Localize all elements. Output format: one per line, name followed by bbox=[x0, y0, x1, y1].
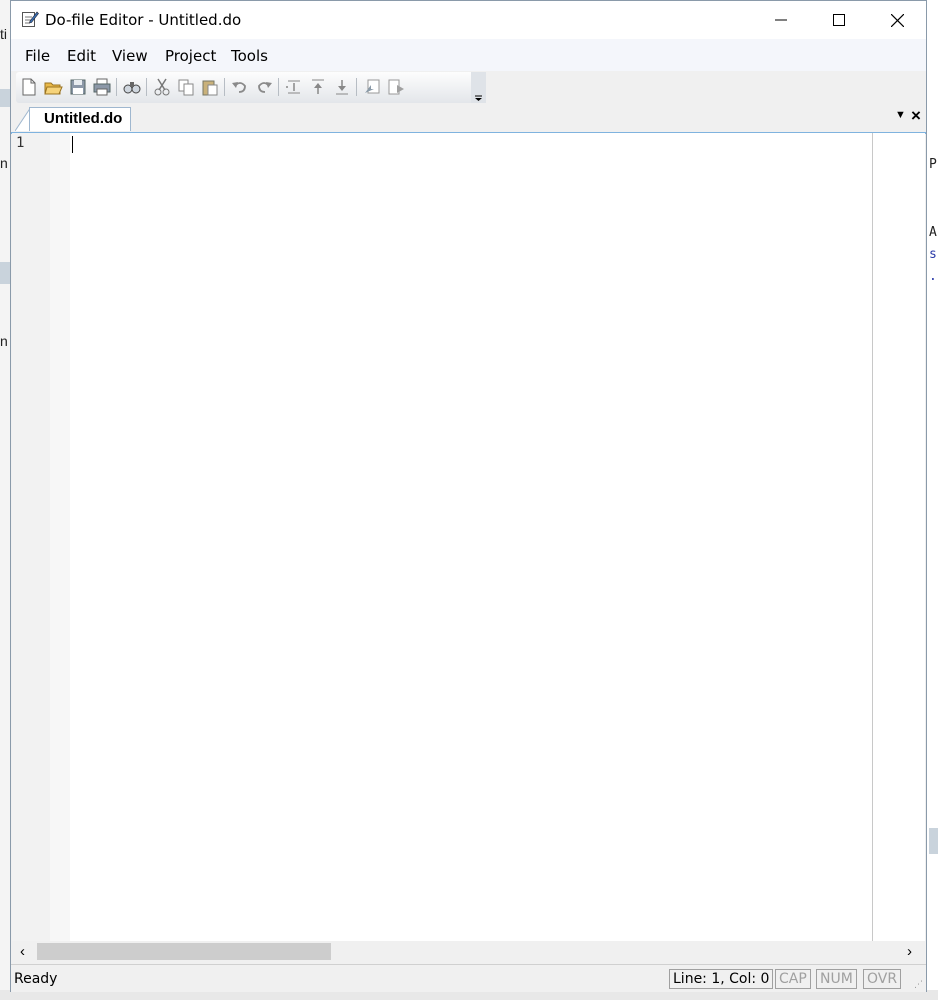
toolbar-overflow-button[interactable] bbox=[471, 72, 486, 103]
background-text: ti bbox=[0, 26, 7, 42]
tab-label: Untitled.do bbox=[44, 110, 123, 127]
background-bar bbox=[929, 828, 938, 854]
menu-bar: File Edit View Project Tools bbox=[11, 39, 926, 71]
cursor-position: Line: 1, Col: 0 bbox=[669, 969, 774, 989]
background-text: P bbox=[929, 157, 937, 172]
status-text: Ready bbox=[14, 971, 58, 987]
execute-selection-icon[interactable] bbox=[362, 77, 382, 97]
save-icon[interactable] bbox=[68, 77, 88, 97]
menu-tools[interactable]: Tools bbox=[231, 47, 268, 65]
line-number: 1 bbox=[16, 135, 25, 151]
scroll-right-arrow-icon[interactable]: › bbox=[907, 943, 912, 960]
minimize-icon bbox=[775, 19, 787, 21]
shift-down-icon[interactable] bbox=[332, 77, 352, 97]
new-icon[interactable] bbox=[19, 77, 39, 97]
cut-icon[interactable] bbox=[152, 77, 172, 97]
scroll-left-arrow-icon[interactable]: ‹ bbox=[20, 943, 25, 960]
text-caret bbox=[72, 136, 73, 153]
background-text: n bbox=[0, 333, 8, 349]
paste-icon[interactable] bbox=[200, 77, 220, 97]
background-text: n bbox=[0, 155, 8, 171]
window-title: Do-file Editor - Untitled.do bbox=[45, 11, 242, 29]
redo-icon[interactable] bbox=[254, 77, 274, 97]
shift-indent-icon[interactable] bbox=[284, 77, 304, 97]
maximize-icon bbox=[833, 14, 845, 26]
chevron-down-icon bbox=[475, 95, 482, 101]
close-icon bbox=[890, 13, 904, 27]
shift-up-icon[interactable] bbox=[308, 77, 328, 97]
tab-untitled-do[interactable]: Untitled.do bbox=[29, 107, 131, 131]
background-text: A bbox=[929, 225, 937, 240]
undo-icon[interactable] bbox=[230, 77, 250, 97]
background-text: s bbox=[929, 247, 937, 262]
horizontal-scrollbar[interactable]: ‹ › bbox=[12, 941, 925, 963]
edge-column-guide bbox=[872, 133, 873, 941]
do-file-editor-icon bbox=[22, 11, 39, 27]
menu-project[interactable]: Project bbox=[165, 47, 216, 65]
background-text: . bbox=[929, 269, 937, 284]
menu-file[interactable]: File bbox=[25, 47, 50, 65]
document-tab-strip: Untitled.do bbox=[11, 104, 926, 134]
maximize-button[interactable] bbox=[810, 1, 868, 39]
status-bar: Ready Line: 1, Col: 0 CAP NUM OVR ⋰ bbox=[11, 964, 926, 992]
find-icon[interactable] bbox=[122, 77, 142, 97]
tab-list-dropdown-icon[interactable]: ▼ bbox=[895, 109, 906, 121]
copy-icon[interactable] bbox=[176, 77, 196, 97]
toolbar-separator bbox=[278, 78, 279, 96]
overwrite-indicator: OVR bbox=[863, 969, 902, 989]
toolbar-separator bbox=[224, 78, 225, 96]
scrollbar-thumb[interactable] bbox=[37, 943, 331, 960]
run-icon[interactable] bbox=[386, 77, 406, 97]
fold-margin bbox=[50, 133, 70, 941]
toolbar-separator bbox=[116, 78, 117, 96]
close-window-button[interactable] bbox=[868, 1, 926, 39]
print-icon[interactable] bbox=[92, 77, 112, 97]
code-editor[interactable]: 1 bbox=[12, 133, 925, 941]
line-number-gutter: 1 bbox=[12, 133, 50, 941]
num-lock-indicator: NUM bbox=[816, 969, 857, 989]
toolbar bbox=[16, 72, 486, 103]
toolbar-separator bbox=[356, 78, 357, 96]
caps-lock-indicator: CAP bbox=[775, 969, 811, 989]
open-icon[interactable] bbox=[43, 77, 63, 97]
minimize-button[interactable] bbox=[752, 1, 810, 39]
close-tab-icon[interactable]: × bbox=[911, 106, 921, 126]
do-file-editor-window: Do-file Editor - Untitled.do File Edit V… bbox=[10, 0, 927, 992]
title-bar[interactable]: Do-file Editor - Untitled.do bbox=[11, 1, 926, 39]
resize-grip-icon[interactable]: ⋰ bbox=[914, 979, 923, 990]
menu-view[interactable]: View bbox=[112, 47, 148, 65]
toolbar-separator bbox=[146, 78, 147, 96]
menu-edit[interactable]: Edit bbox=[67, 47, 96, 65]
